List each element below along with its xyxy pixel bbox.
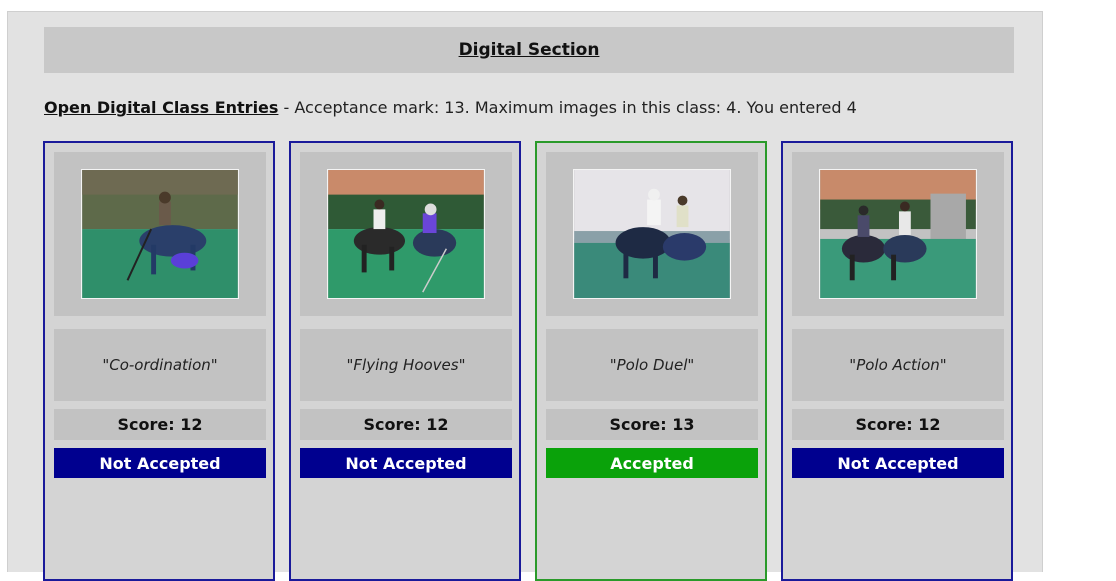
section-title[interactable]: Digital Section [459, 40, 600, 60]
entry-card: "Flying Hooves" Score: 12 Not Accepted [289, 141, 521, 581]
polo-rider-icon[interactable] [81, 169, 239, 299]
status-label: Not Accepted [99, 453, 221, 473]
polo-duel-icon[interactable] [573, 169, 731, 299]
class-info-line: Open Digital Class Entries - Acceptance … [44, 98, 857, 117]
status-badge: Not Accepted [792, 448, 1004, 478]
entry-title-box: "Polo Action" [792, 329, 1004, 401]
class-details: - Acceptance mark: 13. Maximum images in… [278, 98, 857, 117]
score-box: Score: 12 [54, 409, 266, 440]
entry-card: "Polo Duel" Score: 13 Accepted [535, 141, 767, 581]
entry-score: Score: 12 [117, 415, 203, 434]
results-panel: Digital Section Open Digital Class Entri… [7, 11, 1043, 581]
status-badge: Not Accepted [300, 448, 512, 478]
score-box: Score: 12 [792, 409, 1004, 440]
status-label: Accepted [610, 453, 694, 473]
entry-title: "Polo Action" [849, 356, 947, 374]
status-label: Not Accepted [345, 453, 467, 473]
status-badge: Accepted [546, 448, 758, 478]
polo-action-icon[interactable] [819, 169, 977, 299]
entry-title: "Polo Duel" [609, 356, 695, 374]
entry-title-box: "Flying Hooves" [300, 329, 512, 401]
image-frame [54, 152, 266, 316]
image-frame [792, 152, 1004, 316]
entry-score: Score: 12 [363, 415, 449, 434]
class-entries-link[interactable]: Open Digital Class Entries [44, 98, 278, 117]
entry-title: "Flying Hooves" [346, 356, 466, 374]
status-badge: Not Accepted [54, 448, 266, 478]
status-label: Not Accepted [837, 453, 959, 473]
entry-score: Score: 12 [855, 415, 941, 434]
image-frame [546, 152, 758, 316]
score-box: Score: 13 [546, 409, 758, 440]
entry-card: "Co-ordination" Score: 12 Not Accepted [43, 141, 275, 581]
entry-card: "Polo Action" Score: 12 Not Accepted [781, 141, 1013, 581]
entry-title-box: "Co-ordination" [54, 329, 266, 401]
section-header: Digital Section [44, 27, 1014, 73]
image-frame [300, 152, 512, 316]
entry-title-box: "Polo Duel" [546, 329, 758, 401]
entry-title: "Co-ordination" [102, 356, 218, 374]
polo-horses-icon[interactable] [327, 169, 485, 299]
score-box: Score: 12 [300, 409, 512, 440]
entry-score: Score: 13 [609, 415, 695, 434]
